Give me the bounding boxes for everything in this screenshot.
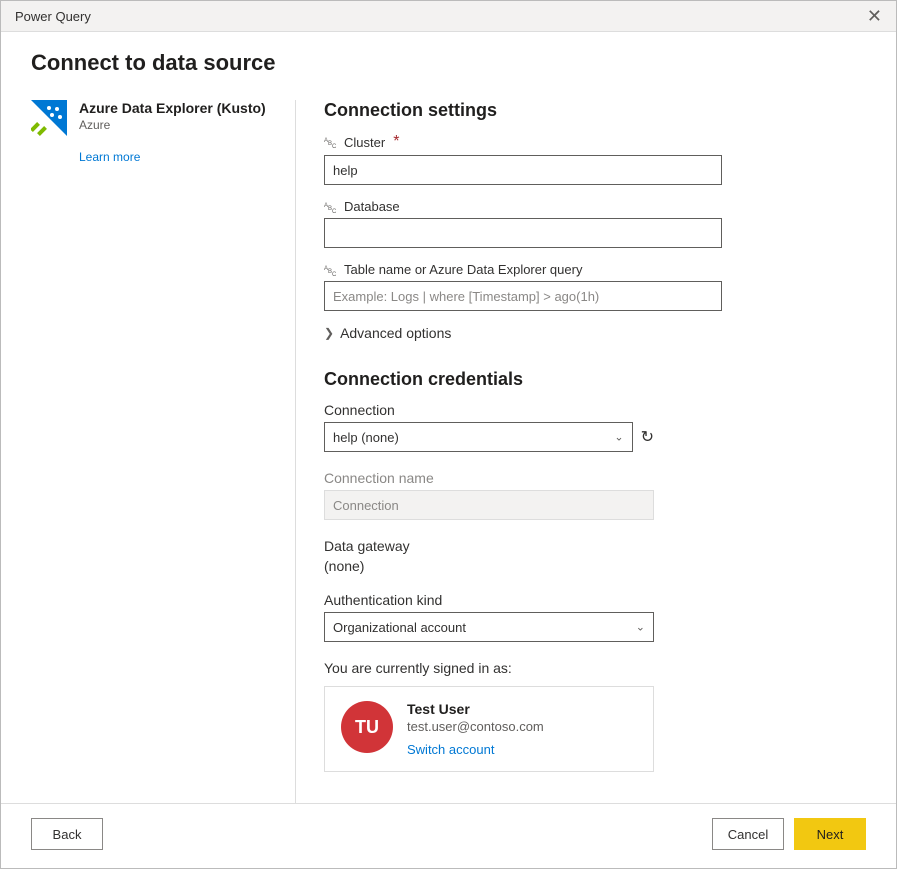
text-type-icon: ABC [324,264,338,276]
section-connection-credentials: Connection credentials [324,369,866,390]
connection-name-row: Connection name [324,470,722,520]
back-button[interactable]: Back [31,818,103,850]
auth-kind-value: Organizational account [333,620,466,635]
user-info: Test User test.user@contoso.com Switch a… [407,701,544,757]
user-name: Test User [407,701,544,717]
avatar: TU [341,701,393,753]
text-type-icon: ABC [324,136,338,148]
auth-kind-select[interactable]: Organizational account ⌄ [324,612,654,642]
connector-text: Azure Data Explorer (Kusto) Azure [79,100,266,132]
switch-account-link[interactable]: Switch account [407,742,544,757]
gateway-label: Data gateway [324,538,722,554]
svg-text:C: C [332,144,337,148]
section-connection-settings: Connection settings [324,100,866,121]
footer-right: Cancel Next [712,818,866,850]
auth-kind-label: Authentication kind [324,592,722,608]
advanced-options-label: Advanced options [340,325,451,341]
cluster-input[interactable] [324,155,722,185]
connection-label: Connection [324,402,722,418]
gateway-row: Data gateway (none) [324,538,722,574]
close-icon[interactable]: ✕ [863,7,886,25]
connection-name-input [324,490,654,520]
footer: Back Cancel Next [1,803,896,868]
query-input[interactable] [324,281,722,311]
left-pane: Azure Data Explorer (Kusto) Azure Learn … [31,100,296,803]
chevron-down-icon: ⌄ [636,621,645,634]
cancel-button[interactable]: Cancel [712,818,784,850]
database-row: ABC Database [324,199,722,248]
gateway-value: (none) [324,558,722,574]
titlebar: Power Query ✕ [1,1,896,32]
next-button[interactable]: Next [794,818,866,850]
user-card: TU Test User test.user@contoso.com Switc… [324,686,654,772]
right-pane: Connection settings ABC Cluster * ABC Da… [296,100,866,803]
connection-select[interactable]: help (none) ⌄ [324,422,633,452]
connector-name: Azure Data Explorer (Kusto) [79,100,266,116]
refresh-icon[interactable]: ↻ [641,427,654,447]
text-type-icon: ABC [324,201,338,213]
chevron-down-icon: ⌄ [614,431,623,444]
page-title: Connect to data source [31,50,866,76]
learn-more-link[interactable]: Learn more [79,150,140,164]
body: Azure Data Explorer (Kusto) Azure Learn … [1,86,896,803]
advanced-options-toggle[interactable]: ❯ Advanced options [324,325,722,341]
query-label: Table name or Azure Data Explorer query [344,262,582,277]
svg-text:C: C [332,209,337,213]
database-label: Database [344,199,400,214]
signed-in-label: You are currently signed in as: [324,660,722,676]
cluster-row: ABC Cluster * [324,133,722,185]
page-header: Connect to data source [1,32,896,86]
connector-summary: Azure Data Explorer (Kusto) Azure [31,100,275,136]
connector-category: Azure [79,118,266,132]
signed-in-row: You are currently signed in as: TU Test … [324,660,722,772]
auth-kind-row: Authentication kind Organizational accou… [324,592,722,642]
chevron-right-icon: ❯ [324,326,334,340]
database-input[interactable] [324,218,722,248]
titlebar-title: Power Query [15,9,91,24]
connection-name-label: Connection name [324,470,722,486]
azure-data-explorer-icon [31,100,67,136]
connection-row: Connection help (none) ⌄ ↻ [324,402,722,452]
cluster-label: Cluster [344,135,385,150]
connection-value: help (none) [333,430,399,445]
query-row: ABC Table name or Azure Data Explorer qu… [324,262,722,311]
user-email: test.user@contoso.com [407,719,544,734]
required-indicator: * [393,133,399,151]
svg-text:C: C [332,272,337,276]
